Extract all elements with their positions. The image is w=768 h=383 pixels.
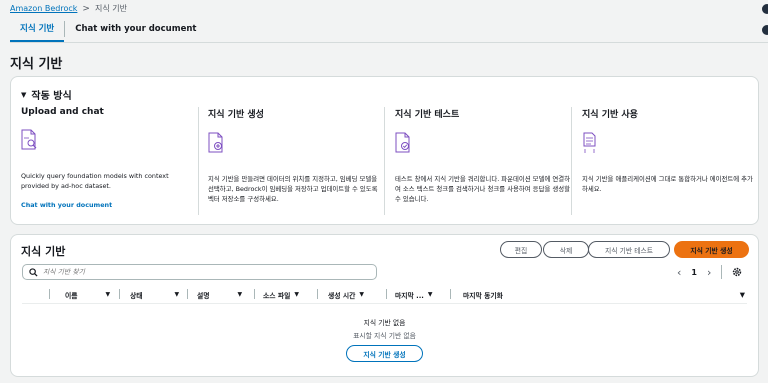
how-it-works-panel: ▼ 작동 방식 Upload and chat Quickly query fo… (10, 76, 759, 225)
column-divider (384, 107, 385, 215)
column-description: 지식 기반을 애플리케이션에 그대로 통합하거나 에이전트에 추가하세요. (582, 175, 753, 193)
search-icon (29, 267, 38, 277)
delete-button[interactable]: 삭제 (543, 241, 589, 258)
tab-chat-with-document[interactable]: Chat with your document (65, 20, 206, 42)
test-kb-button[interactable]: 지식 기반 테스트 (588, 241, 670, 258)
table-header: 이름 ▼ 상태 ▼ 설명 ▼ 소스 파일 ▼ 생성 시간 ▼ 마지막 ... ▼… (22, 287, 747, 302)
column-header-label: 마지막 ... (395, 291, 424, 300)
empty-state-title: 지식 기반 없음 (363, 319, 406, 327)
column-title: 지식 기반 생성 (208, 110, 264, 120)
column-header-last-updated[interactable]: 마지막 ... ▼ (395, 287, 433, 302)
column-description: 지식 기반을 만들려면 데이터의 위치를 지정하고, 임베딩 모델을 선택하고,… (208, 175, 378, 203)
sort-icon: ▼ (359, 291, 365, 298)
column-divider (571, 107, 572, 215)
sort-icon[interactable]: ▼ (740, 287, 745, 302)
prev-page-icon[interactable]: ‹ (677, 266, 681, 279)
pagination: ‹ 1 › (677, 265, 742, 279)
column-description: 테스트 창에서 지식 기반을 쿼리합니다. 파운데이션 모델에 연결하여 소스 … (395, 175, 570, 203)
column-divider (317, 289, 318, 299)
column-header-status[interactable]: 상태 ▼ (130, 287, 179, 302)
empty-create-kb-button[interactable]: 지식 기반 생성 (346, 345, 423, 362)
how-column-create: 지식 기반 생성 지식 기반을 만들려면 데이터의 위치를 지정하고, 임베딩 … (208, 107, 384, 217)
document-check-icon (395, 132, 410, 153)
search-input[interactable] (43, 268, 363, 276)
column-header-last-sync[interactable]: 마지막 동기화 (463, 287, 503, 302)
column-header-label: 이름 (65, 291, 78, 300)
column-title: 지식 기반 사용 (582, 110, 638, 120)
column-header-label: 마지막 동기화 (463, 291, 503, 300)
window-control-icon[interactable] (762, 25, 768, 35)
pager-divider (721, 265, 723, 279)
document-use-icon (583, 132, 596, 153)
sort-icon: ▼ (174, 291, 180, 298)
column-header-label: 소스 파일 (263, 291, 291, 300)
next-page-icon[interactable]: › (707, 266, 711, 279)
page-title: 지식 기반 (10, 57, 63, 72)
column-title: Upload and chat (21, 107, 104, 117)
column-header-label: 생성 시간 (328, 291, 356, 300)
page-root: Amazon Bedrock > 지식 기반 지식 기반 Chat with y… (0, 0, 768, 383)
document-add-icon (208, 132, 223, 153)
empty-state-subtitle: 표시할 지식 기반 없음 (353, 332, 416, 340)
tab-knowledge-base[interactable]: 지식 기반 (10, 20, 65, 42)
column-divider (254, 289, 255, 299)
edit-button[interactable]: 편집 (500, 241, 542, 258)
column-header-name[interactable]: 이름 ▼ (65, 287, 110, 302)
tab-bar: 지식 기반 Chat with your document (10, 20, 206, 42)
column-header-description[interactable]: 설명 ▼ (197, 287, 242, 302)
page-number[interactable]: 1 (691, 268, 697, 277)
column-header-label: 설명 (197, 291, 210, 300)
column-header-label: 상태 (130, 291, 143, 300)
breadcrumb-current: 지식 기반 (94, 4, 127, 13)
column-divider (119, 289, 120, 299)
document-search-icon (21, 129, 37, 150)
column-description: Quickly query foundation models with con… (21, 172, 169, 190)
column-divider (450, 289, 451, 299)
how-it-works-title: 작동 방식 (31, 91, 72, 102)
breadcrumb: Amazon Bedrock > 지식 기반 (10, 3, 127, 14)
sort-icon: ▼ (427, 291, 433, 298)
table-header-divider (22, 303, 747, 304)
column-header-created[interactable]: 생성 시간 ▼ (328, 287, 364, 302)
sort-icon: ▼ (294, 291, 300, 298)
search-box (22, 264, 377, 280)
column-divider (49, 289, 50, 299)
breadcrumb-root-link[interactable]: Amazon Bedrock (10, 4, 77, 13)
how-it-works-toggle[interactable]: ▼ 작동 방식 (21, 87, 72, 103)
window-control-icon[interactable] (762, 4, 768, 14)
how-column-use: 지식 기반 사용 지식 기반을 애플리케이션에 그대로 통합하거나 에이전트에 … (582, 107, 758, 217)
sort-icon: ▼ (237, 291, 243, 298)
breadcrumb-separator-icon: > (82, 3, 90, 14)
gear-icon[interactable] (732, 267, 742, 277)
create-kb-button[interactable]: 지식 기반 생성 (674, 241, 749, 258)
sort-icon: ▼ (105, 291, 111, 298)
knowledge-base-panel: 지식 기반 편집 삭제 지식 기반 테스트 지식 기반 생성 ‹ 1 › (10, 234, 759, 377)
chat-with-document-link[interactable]: Chat with your document (21, 201, 197, 209)
column-divider (386, 289, 387, 299)
caret-down-icon: ▼ (21, 90, 27, 99)
how-column-upload-chat: Upload and chat Quickly query foundation… (21, 107, 197, 217)
column-header-source-files[interactable]: 소스 파일 ▼ (263, 287, 299, 302)
how-column-test: 지식 기반 테스트 테스트 창에서 지식 기반을 쿼리합니다. 파운데이션 모델… (395, 107, 571, 217)
kb-table-title: 지식 기반 (21, 245, 66, 258)
column-divider (187, 289, 188, 299)
column-title: 지식 기반 테스트 (395, 110, 460, 120)
column-divider (198, 107, 199, 215)
tabs-underline (10, 42, 768, 43)
